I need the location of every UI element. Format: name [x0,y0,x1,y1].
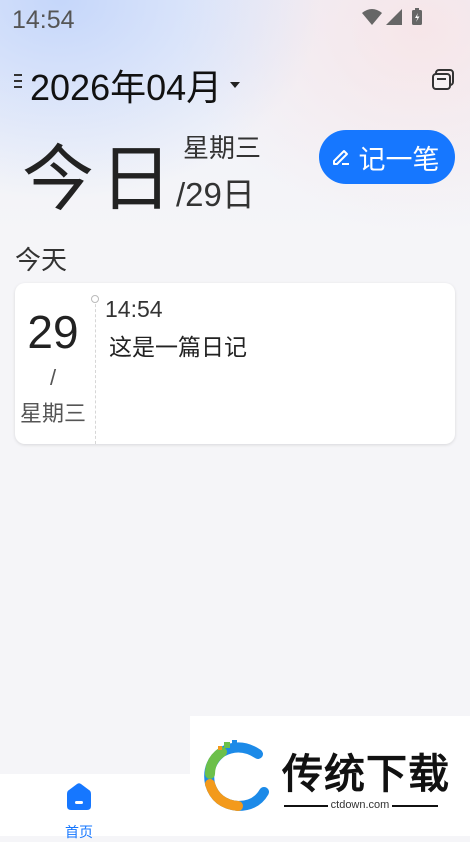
chevron-down-icon[interactable] [229,74,241,93]
status-bar: 14:54 [0,0,470,36]
status-time: 14:54 [12,6,75,34]
signal-icon [386,9,402,25]
cards-view-icon[interactable] [431,68,455,96]
entry-time: 14:54 [105,296,163,322]
timeline-dot [91,295,99,303]
timeline-divider [95,299,96,444]
wifi-icon [362,9,382,25]
write-entry-label: 记一笔 [358,144,440,176]
today-title: 今日 [22,137,179,221]
battery-icon [412,8,422,25]
entry-weekday: 星期三 [19,402,86,427]
watermark: 传统下载 ctdown.com [190,716,470,836]
entry-day: 29 [27,306,79,358]
today-date: /29日 [176,176,255,213]
status-icons [360,7,430,33]
month-selector[interactable]: 2026年04月 [30,59,222,111]
home-icon [64,782,94,816]
watermark-logo [200,740,272,816]
entry-slash: / [49,365,57,390]
menu-icon[interactable] [14,72,24,94]
month-header: 2026年04月 [0,58,470,108]
entry-text: 这是一篇日记 [109,335,247,361]
nav-item-home[interactable]: 首页 [54,782,104,841]
diary-entry-card[interactable]: 29 / 星期三 14:54 这是一篇日记 [15,283,455,444]
pencil-icon [331,142,351,173]
write-entry-button[interactable]: 记一笔 [319,130,455,184]
watermark-brand: 传统下载 [282,750,450,798]
today-weekday: 星期三 [183,134,262,164]
watermark-rule-right [392,805,438,807]
nav-home-label: 首页 [65,825,93,841]
section-label-today: 今天 [15,246,68,276]
